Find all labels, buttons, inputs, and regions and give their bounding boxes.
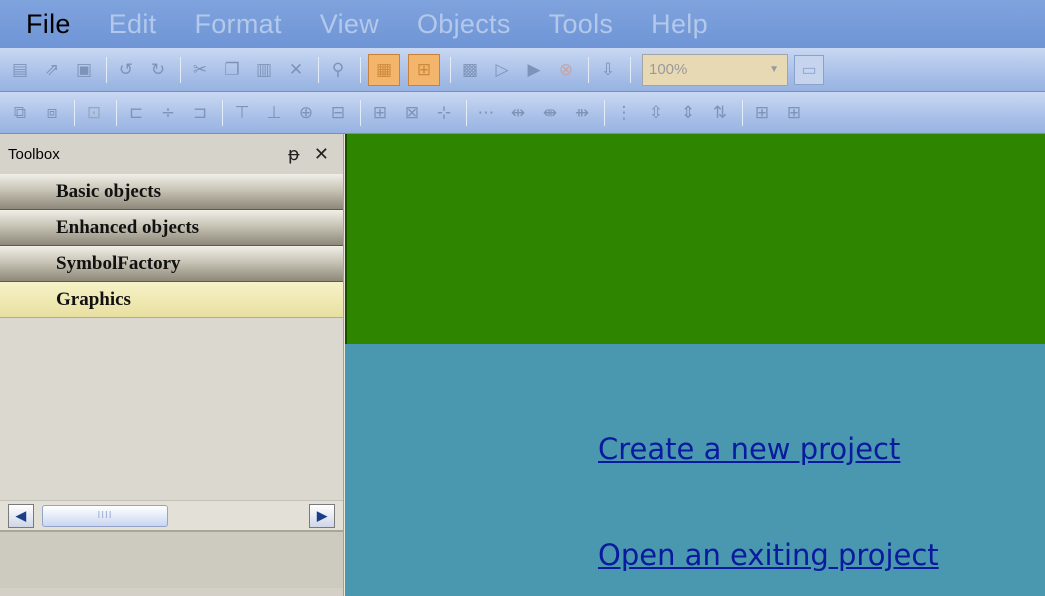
toolbar-separator [360, 56, 361, 83]
horizontal-spacing-remove-icon[interactable]: ⇻ [570, 101, 594, 125]
start-page: Create a new project Open an exiting pro… [345, 134, 1045, 596]
toolbox-title: Toolbox [8, 145, 60, 163]
align-center-icon[interactable]: ÷ [156, 101, 180, 125]
toolbar-separator [116, 99, 117, 126]
center-horizontally-icon[interactable]: ⊞ [750, 101, 774, 125]
vertical-spacing-decrease-icon[interactable]: ⇕ [676, 101, 700, 125]
align-right-icon[interactable]: ⊐ [188, 101, 212, 125]
fit-window-icon[interactable]: ▭ [794, 54, 824, 85]
toolbar-separator [222, 99, 223, 126]
bring-to-front-icon[interactable]: ⧉ [8, 101, 32, 125]
toolbar-separator [630, 56, 631, 83]
grid-toggle-icon[interactable]: ▦ [368, 53, 400, 86]
toolbar-separator [360, 99, 361, 126]
category-basic-objects[interactable]: Basic objects [0, 174, 343, 210]
toolbox-header: Toolbox ᵽ ✕ [0, 134, 343, 174]
align-bottom-icon[interactable]: ⊥ [262, 101, 286, 125]
vertical-spacing-remove-icon[interactable]: ⇅ [708, 101, 732, 125]
same-height-icon[interactable]: ⊠ [400, 101, 424, 125]
download-icon[interactable]: ⇩ [596, 58, 620, 82]
toolbox-panel: Toolbox ᵽ ✕ Basic objects Enhanced objec… [0, 134, 344, 596]
toolbar-separator [180, 56, 181, 83]
category-symbolfactory[interactable]: SymbolFactory [0, 246, 343, 282]
start-banner [345, 134, 1045, 344]
zoom-value: 100% [649, 61, 688, 78]
scroll-right-icon[interactable]: ▶ [309, 503, 335, 528]
toolbar-separator [604, 99, 605, 126]
open-folder-icon[interactable]: ⇗ [40, 58, 64, 82]
run-partial-icon[interactable]: ▷ [490, 58, 514, 82]
paste-icon[interactable]: ▥ [252, 58, 276, 82]
horizontal-spacing-equal-icon[interactable]: ⋯ [474, 101, 498, 125]
horizontal-spacing-decrease-icon[interactable]: ⇼ [538, 101, 562, 125]
toolbox-footer [0, 530, 343, 588]
toolbar-separator [450, 56, 451, 83]
toolbar-separator [318, 56, 319, 83]
scroll-thumb[interactable]: IIII [42, 504, 168, 527]
align-top-icon[interactable]: ⊤ [230, 101, 254, 125]
horizontal-scrollbar[interactable]: ◀ IIII ▶ [0, 500, 343, 530]
stop-icon[interactable]: ⊗ [554, 58, 578, 82]
pin-icon[interactable]: ᵽ [288, 144, 300, 165]
application-window: File Edit Format View Objects Tools Help… [0, 0, 1045, 596]
snap-to-grid-icon[interactable]: ⊞ [408, 53, 440, 86]
layout-toolbar: ⧉ ⧈ ⊡ ⊏ ÷ ⊐ ⊤ ⊥ ⊕ ⊟ ⊞ ⊠ ⊹ ⋯ ⇹ ⇼ ⇻ ⋮ ⇳ ⇕ … [0, 92, 1045, 134]
toolbox-controls: ᵽ ✕ [288, 144, 329, 165]
toolbox-content [0, 318, 343, 500]
category-graphics[interactable]: Graphics [0, 282, 343, 318]
find-icon[interactable]: ⚲ [326, 58, 350, 82]
zoom-select[interactable]: 100% ▼ [642, 53, 788, 86]
standard-toolbar: ▤ ⇗ ▣ ↺ ↻ ✂ ❐ ▥ ✕ ⚲ ▦ ⊞ ▩ ▷ ▶ ⊗ ⇩ 100% ▼… [0, 48, 1045, 92]
create-project-link[interactable]: Create a new project [598, 432, 900, 466]
delete-icon[interactable]: ✕ [284, 58, 308, 82]
open-project-link[interactable]: Open an exiting project [598, 538, 939, 572]
align-left-icon[interactable]: ⊏ [124, 101, 148, 125]
toolbar-separator [466, 99, 467, 126]
send-to-back-icon[interactable]: ⧈ [40, 101, 64, 125]
menu-view[interactable]: View [320, 9, 379, 40]
menu-file[interactable]: File [26, 9, 71, 40]
undo-icon[interactable]: ↺ [114, 58, 138, 82]
scroll-left-icon[interactable]: ◀ [8, 503, 34, 528]
menu-bar: File Edit Format View Objects Tools Help [0, 0, 1045, 48]
start-actions-area: Create a new project Open an exiting pro… [345, 344, 1045, 596]
scroll-track[interactable]: IIII [38, 504, 305, 528]
vertical-spacing-increase-icon[interactable]: ⇳ [644, 101, 668, 125]
menu-help[interactable]: Help [651, 9, 708, 40]
menu-edit[interactable]: Edit [109, 9, 157, 40]
toolbar-separator [74, 99, 75, 126]
center-vertically-icon[interactable]: ⊞ [782, 101, 806, 125]
same-size-icon[interactable]: ⊟ [326, 101, 350, 125]
vertical-spacing-equal-icon[interactable]: ⋮ [612, 101, 636, 125]
toolbar-separator [106, 56, 107, 83]
toolbar-separator [742, 99, 743, 126]
chevron-down-icon: ▼ [769, 64, 779, 75]
center-in-view-icon[interactable]: ⊹ [432, 101, 456, 125]
copy-icon[interactable]: ❐ [220, 58, 244, 82]
menu-objects[interactable]: Objects [417, 9, 511, 40]
group-icon[interactable]: ⊡ [82, 101, 106, 125]
new-file-icon[interactable]: ▤ [8, 58, 32, 82]
horizontal-spacing-increase-icon[interactable]: ⇹ [506, 101, 530, 125]
save-icon[interactable]: ▣ [72, 58, 96, 82]
redo-icon[interactable]: ↻ [146, 58, 170, 82]
category-enhanced-objects[interactable]: Enhanced objects [0, 210, 343, 246]
run-icon[interactable]: ▶ [522, 58, 546, 82]
build-icon[interactable]: ▩ [458, 58, 482, 82]
same-width-icon[interactable]: ⊞ [368, 101, 392, 125]
menu-tools[interactable]: Tools [549, 9, 614, 40]
close-icon[interactable]: ✕ [314, 144, 329, 165]
toolbar-separator [588, 56, 589, 83]
align-middle-icon[interactable]: ⊕ [294, 101, 318, 125]
menu-format[interactable]: Format [194, 9, 281, 40]
cut-icon[interactable]: ✂ [188, 58, 212, 82]
